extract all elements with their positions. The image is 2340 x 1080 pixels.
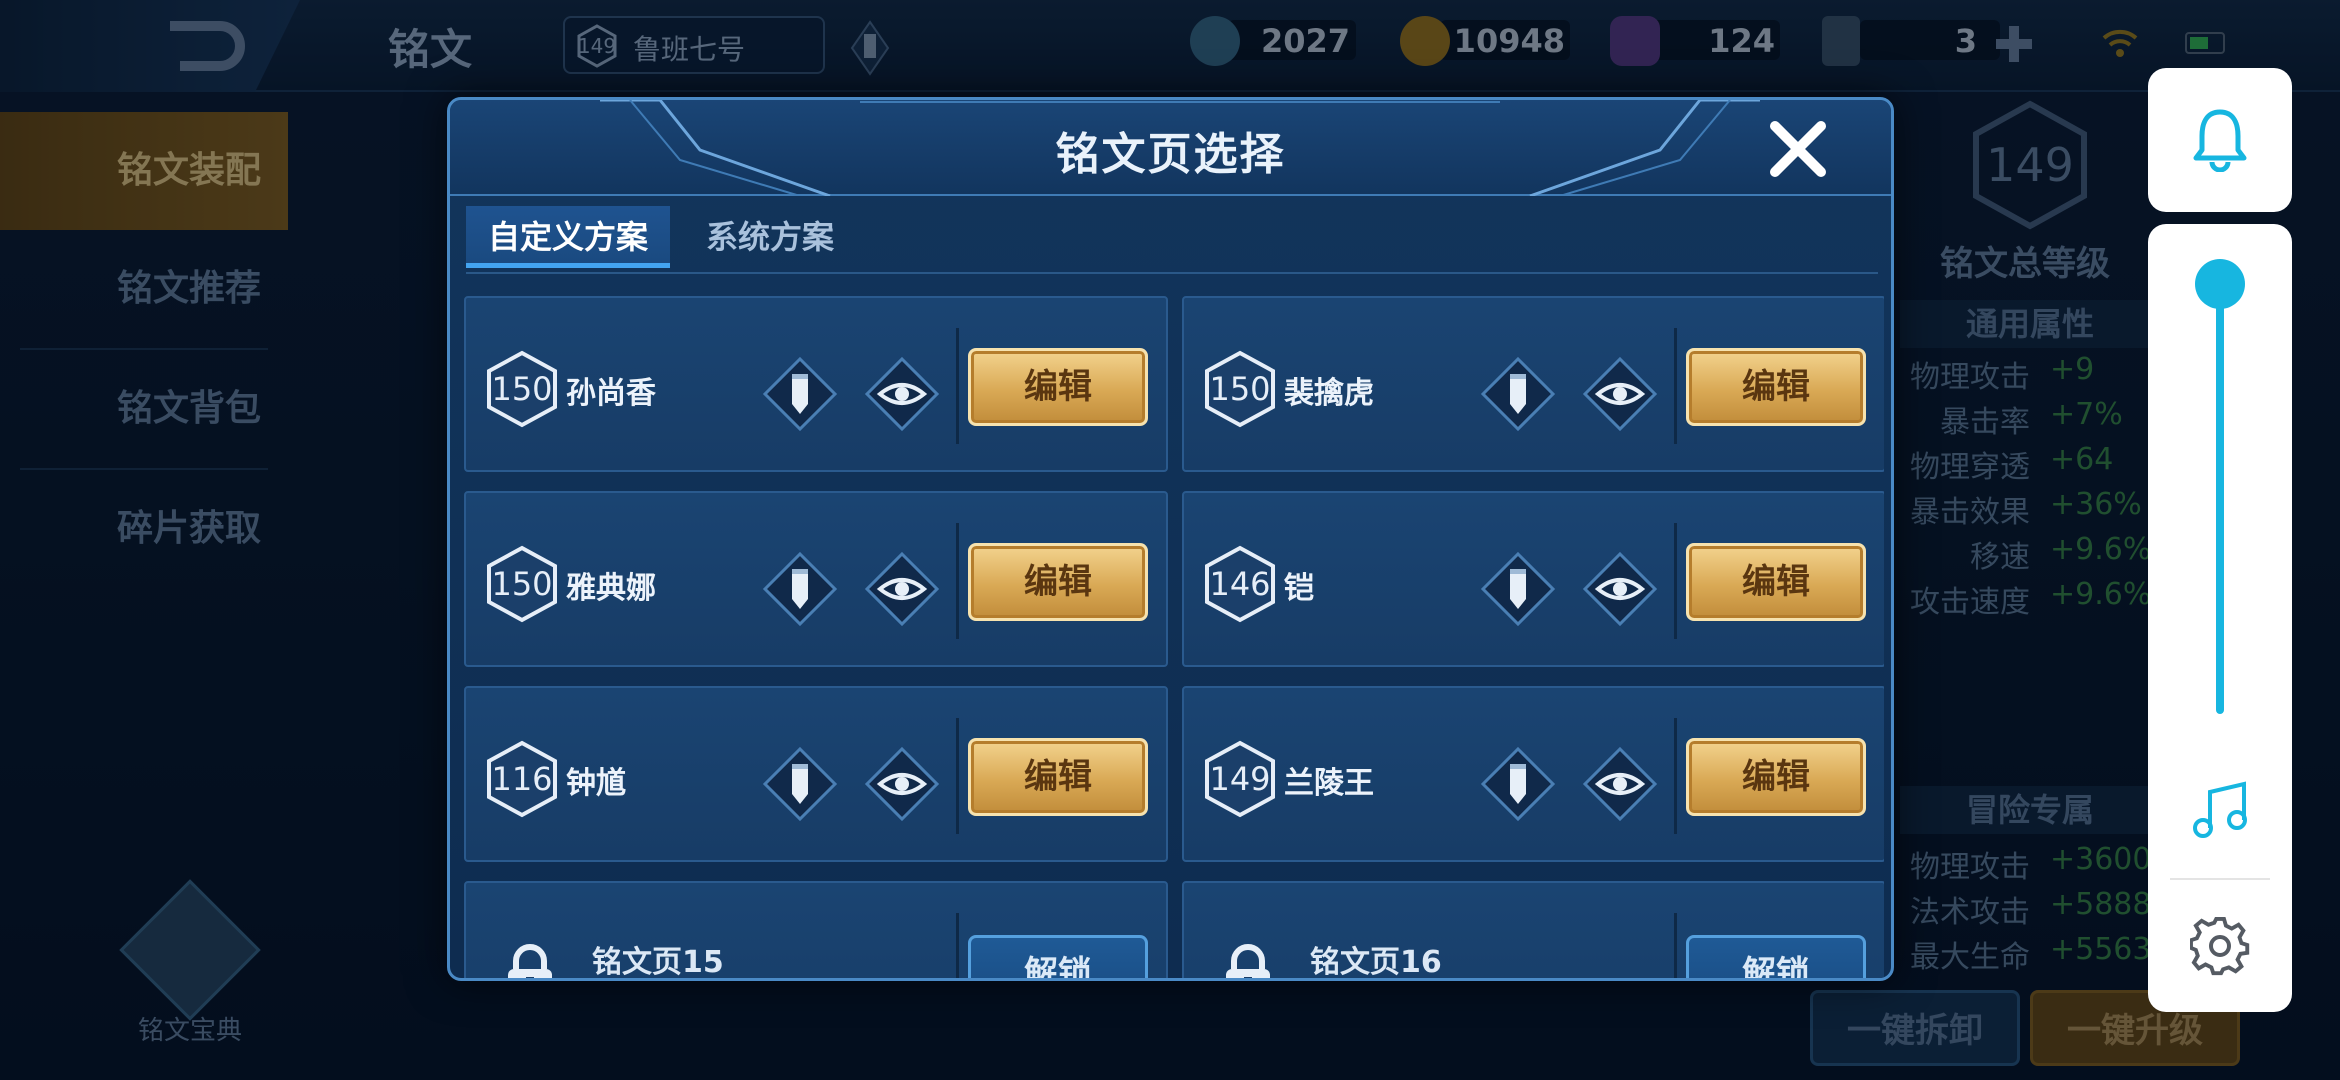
tabs-divider — [466, 272, 1878, 274]
rename-pencil-icon[interactable] — [1480, 356, 1556, 432]
tab-system-scheme[interactable]: 系统方案 — [684, 206, 856, 268]
rune-page-card[interactable]: 150 孙尚香 编辑 — [464, 296, 1168, 472]
music-note-icon[interactable] — [2192, 780, 2250, 842]
preview-eye-icon[interactable] — [864, 551, 940, 627]
rename-pencil-icon[interactable] — [1480, 746, 1556, 822]
level-hex-badge: 116 — [486, 740, 558, 818]
volume-panel — [2148, 224, 2292, 1012]
rename-pencil-icon[interactable] — [1480, 551, 1556, 627]
edit-button[interactable]: 编辑 — [1686, 348, 1866, 426]
volume-slider-track[interactable] — [2216, 284, 2224, 714]
rune-page-card[interactable]: 146 铠 编辑 — [1182, 491, 1884, 667]
hero-name: 雅典娜 — [566, 571, 656, 606]
bell-icon — [2193, 109, 2247, 172]
edit-button[interactable]: 编辑 — [1686, 543, 1866, 621]
tab-custom-scheme[interactable]: 自定义方案 — [466, 206, 671, 268]
level-hex-badge: 150 — [486, 350, 558, 428]
scheme-tabs: 自定义方案 系统方案 — [466, 206, 1876, 276]
rename-pencil-icon[interactable] — [762, 551, 838, 627]
edit-button[interactable]: 编辑 — [968, 738, 1148, 816]
hero-name: 兰陵王 — [1284, 766, 1374, 801]
hero-name: 裴擒虎 — [1284, 376, 1374, 411]
unlock-button[interactable]: 解锁 — [968, 935, 1148, 978]
dialog-header: 铭文页选择 — [450, 100, 1891, 196]
level-hex-badge: 149 — [1204, 740, 1276, 818]
preview-eye-icon[interactable] — [864, 356, 940, 432]
rune-page-card[interactable]: 150 裴擒虎 编辑 — [1182, 296, 1884, 472]
locked-rune-page-card[interactable]: 铭文页15 解锁 — [464, 881, 1168, 980]
level-hex-badge: 146 — [1204, 545, 1276, 623]
rune-page-card[interactable]: 150 雅典娜 编辑 — [464, 491, 1168, 667]
gear-icon[interactable] — [2190, 916, 2250, 976]
level-hex-badge: 150 — [486, 545, 558, 623]
rename-pencil-icon[interactable] — [762, 356, 838, 432]
volume-slider-knob[interactable] — [2195, 259, 2245, 309]
edit-button[interactable]: 编辑 — [968, 543, 1148, 621]
hero-name: 孙尚香 — [566, 376, 656, 411]
close-icon[interactable] — [1767, 118, 1829, 180]
hero-name: 钟馗 — [566, 766, 626, 801]
unlock-button[interactable]: 解锁 — [1686, 935, 1866, 978]
edit-button[interactable]: 编辑 — [968, 348, 1148, 426]
rune-page-card[interactable]: 149 兰陵王 编辑 — [1182, 686, 1884, 862]
locked-rune-page-card[interactable]: 铭文页16 解锁 — [1182, 881, 1884, 980]
rune-page-select-dialog: 铭文页选择 自定义方案 系统方案 150 孙尚香 编辑 150 裴擒虎 编辑 1… — [447, 97, 1894, 981]
rune-page-grid: 150 孙尚香 编辑 150 裴擒虎 编辑 150 雅典娜 编辑 146 铠 编… — [464, 296, 1884, 980]
preview-eye-icon[interactable] — [1582, 746, 1658, 822]
hero-name: 铠 — [1284, 571, 1314, 606]
lock-icon — [508, 944, 552, 978]
level-hex-badge: 150 — [1204, 350, 1276, 428]
edit-button[interactable]: 编辑 — [1686, 738, 1866, 816]
lock-icon — [1226, 944, 1270, 978]
rename-pencil-icon[interactable] — [762, 746, 838, 822]
rune-page-card[interactable]: 116 钟馗 编辑 — [464, 686, 1168, 862]
dialog-title: 铭文页选择 — [1055, 129, 1286, 180]
notification-button[interactable] — [2148, 68, 2292, 212]
preview-eye-icon[interactable] — [1582, 551, 1658, 627]
rune-page-name: 铭文页15 — [592, 945, 724, 980]
preview-eye-icon[interactable] — [864, 746, 940, 822]
preview-eye-icon[interactable] — [1582, 356, 1658, 432]
rune-page-name: 铭文页16 — [1310, 945, 1442, 980]
